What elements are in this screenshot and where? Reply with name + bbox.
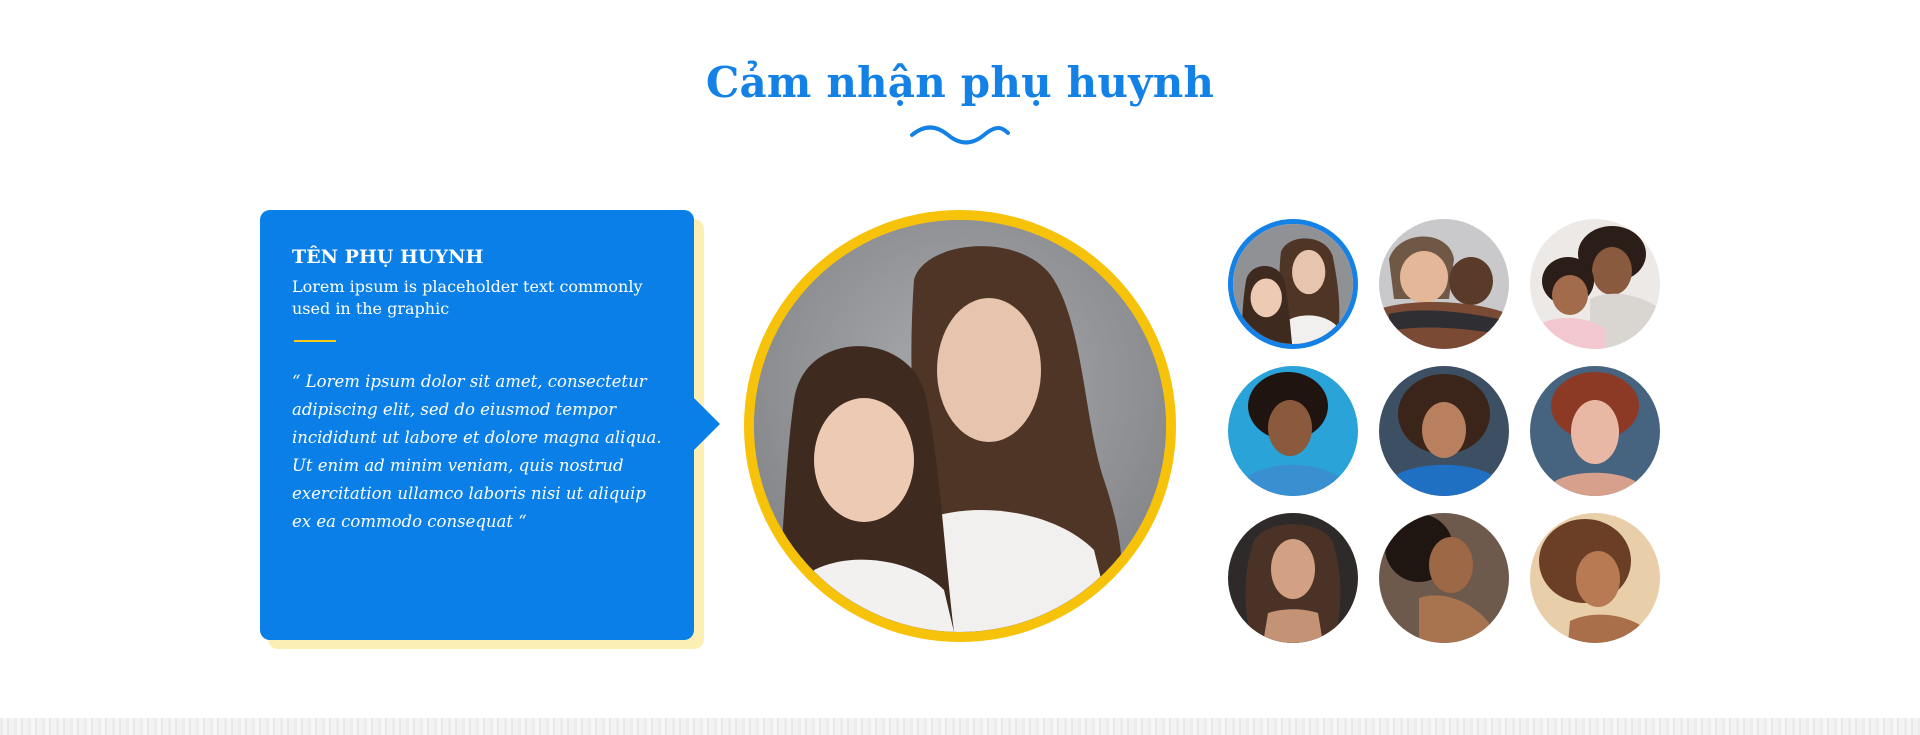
thumbnail-woman-profile[interactable] [1379,513,1509,643]
testimonials-section: Cảm nhận phụ huynh TÊN PHỤ HUYNH Lorem i… [0,0,1920,735]
thumbnail-woman-hugging-child[interactable] [1379,219,1509,349]
section-title: Cảm nhận phụ huynh [705,58,1215,107]
bottom-texture-strip [0,718,1920,735]
main-portrait-photo [754,220,1166,632]
parent-name: TÊN PHỤ HUYNH [292,246,484,268]
quote-card: TÊN PHỤ HUYNH Lorem ipsum is placeholder… [260,210,694,640]
card-divider [294,340,336,342]
wave-divider-icon [910,125,1010,145]
thumbnail-woman-dark-portrait[interactable] [1228,513,1358,643]
main-portrait-frame [744,210,1176,642]
thumbnail-curly-hair-woman-smiling[interactable] [1530,513,1660,643]
thumbnail-curly-hair-woman-blue-sweater[interactable] [1379,366,1509,496]
thumbnail-mother-daughter-hug[interactable] [1530,219,1660,349]
card-pointer-arrow [692,396,720,452]
parent-subtitle: Lorem ipsum is placeholder text commonly… [292,277,643,318]
thumbnail-grid [1228,219,1660,643]
testimonial-quote: “ Lorem ipsum dolor sit amet, consectetu… [292,372,662,531]
thumbnail-smiling-woman-blue[interactable] [1228,366,1358,496]
thumbnail-mother-daughter[interactable] [1228,219,1358,349]
thumbnail-red-haired-woman[interactable] [1530,366,1660,496]
